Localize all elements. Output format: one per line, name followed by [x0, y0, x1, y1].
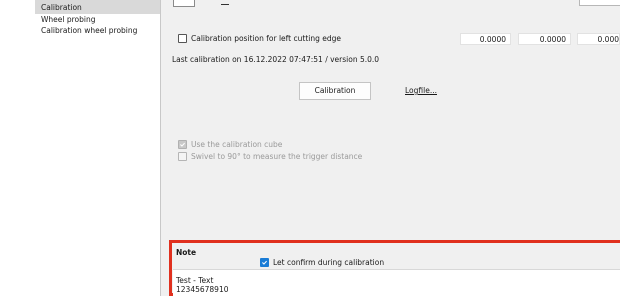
- confirm-option[interactable]: Let confirm during calibration: [260, 258, 384, 267]
- left-edge-checkbox[interactable]: [178, 34, 187, 43]
- sidebar-item-calibration-wheel-probing[interactable]: Calibration wheel probing: [35, 25, 160, 36]
- value-field-y[interactable]: 0.0000: [518, 33, 571, 45]
- sidebar-item-calibration[interactable]: Calibration: [35, 0, 160, 14]
- last-calibration-info: Last calibration on 16.12.2022 07:47:51 …: [172, 55, 380, 64]
- note-text-area[interactable]: Test - Text 12345678910: [173, 269, 620, 300]
- left-edge-option[interactable]: Calibration position for left cutting ed…: [178, 34, 341, 43]
- confirm-label: Let confirm during calibration: [273, 258, 385, 267]
- use-cube-checkbox: [178, 140, 187, 149]
- partial-control: [173, 0, 195, 7]
- check-icon: [262, 260, 267, 265]
- note-section: Note Let confirm during calibration Test…: [169, 240, 620, 300]
- calibration-button[interactable]: Calibration: [299, 82, 371, 100]
- use-cube-option: Use the calibration cube: [178, 140, 282, 149]
- confirm-checkbox[interactable]: [260, 258, 269, 267]
- swivel-option: Swivel to 90° to measure the trigger dis…: [178, 152, 362, 161]
- logfile-link[interactable]: Logfile...: [405, 86, 437, 95]
- use-cube-label: Use the calibration cube: [191, 140, 283, 149]
- value-field-x[interactable]: 0.0000: [460, 33, 511, 45]
- value-field-z[interactable]: 0.000: [577, 33, 620, 45]
- note-text-line-1: Test - Text: [176, 276, 214, 285]
- note-text-line-2: 12345678910: [176, 285, 229, 294]
- swivel-checkbox: [178, 152, 187, 161]
- check-icon: [180, 142, 185, 147]
- swivel-label: Swivel to 90° to measure the trigger dis…: [191, 152, 363, 161]
- left-edge-label: Calibration position for left cutting ed…: [191, 34, 341, 43]
- settings-sidebar: Calibration Wheel probing Calibration wh…: [35, 0, 161, 296]
- calibration-panel: Calibration position for left cutting ed…: [161, 0, 620, 300]
- partial-value-field: [579, 0, 620, 6]
- sidebar-item-wheel-probing[interactable]: Wheel probing: [35, 14, 160, 25]
- note-title: Note: [176, 248, 197, 257]
- partial-label: [221, 4, 229, 5]
